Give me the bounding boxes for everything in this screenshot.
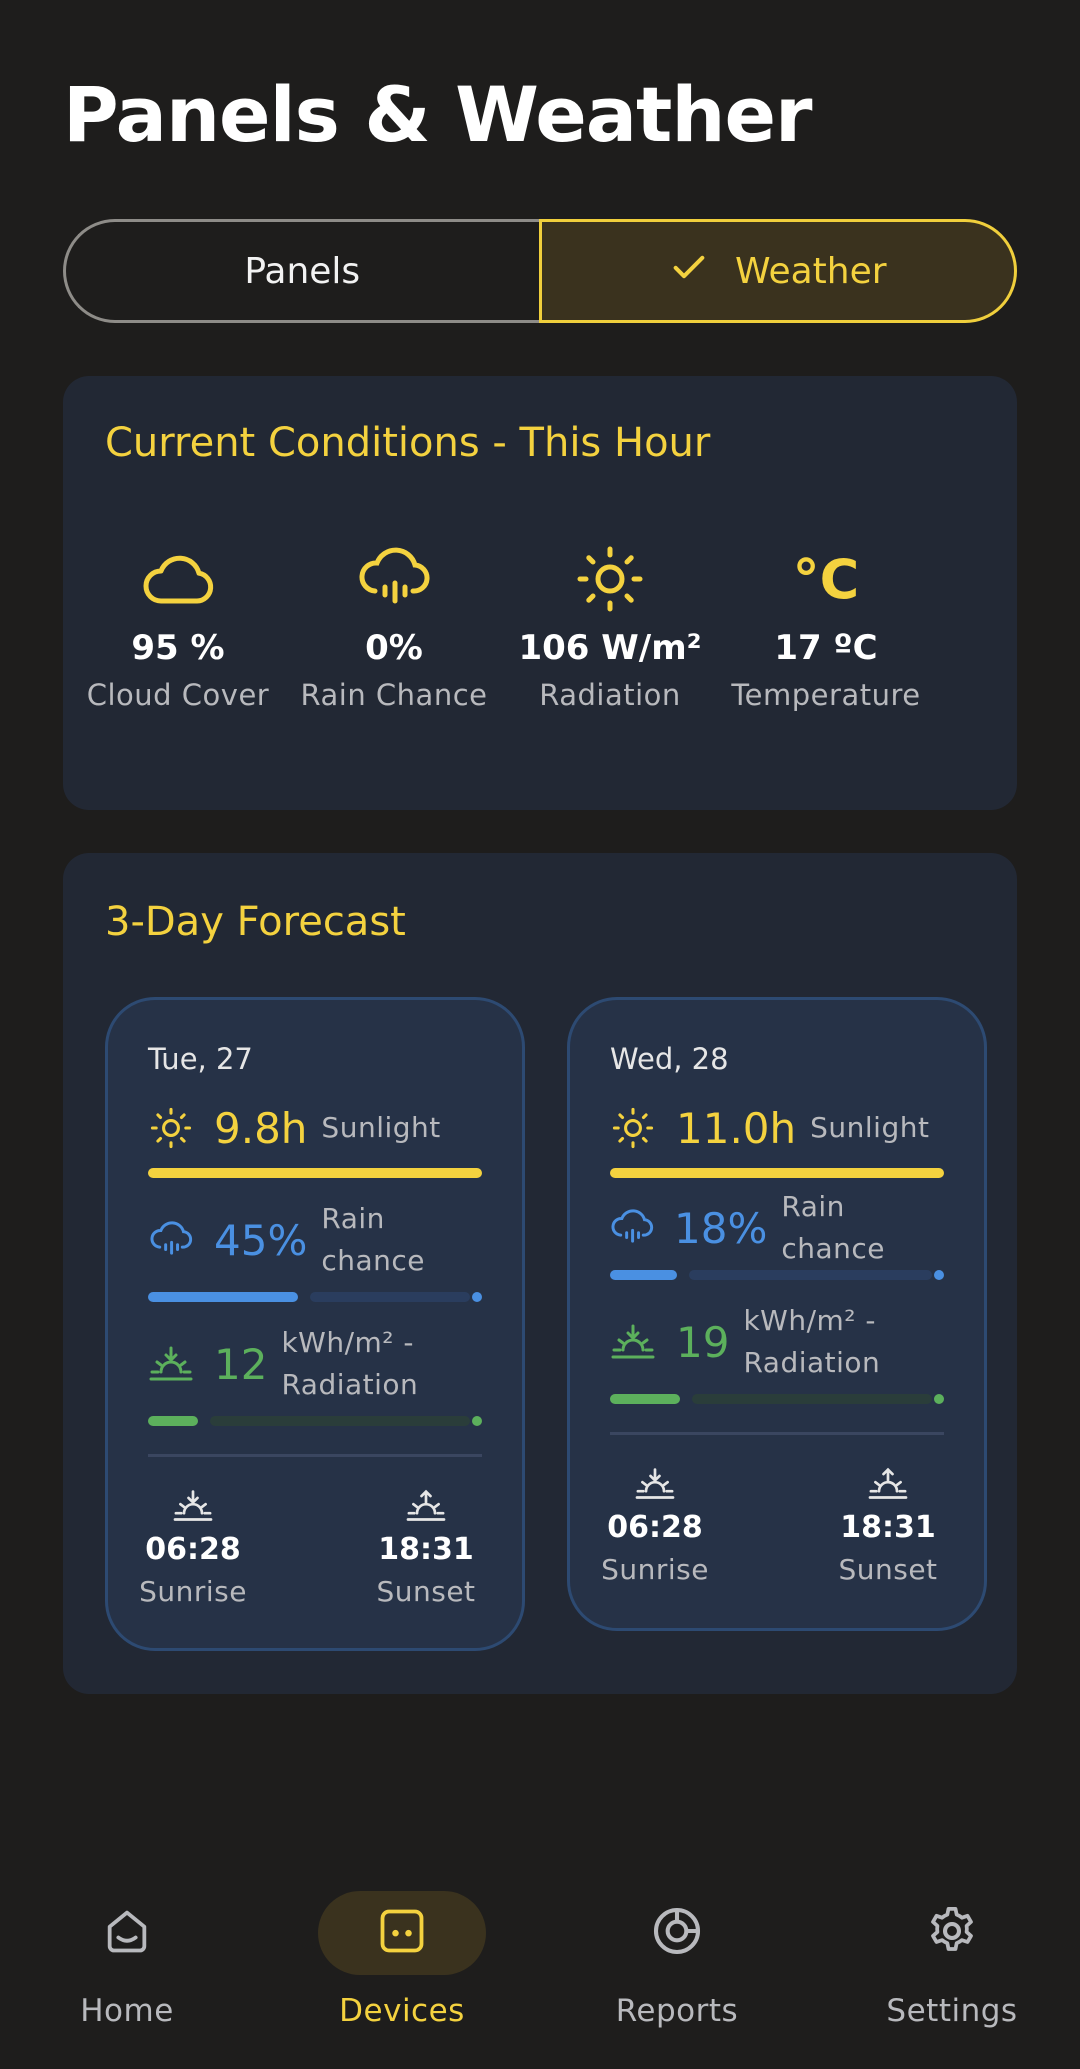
temperature-label: Temperature: [731, 678, 921, 712]
radiation-row: 19 kWh/m² - Radiation: [610, 1300, 944, 1384]
radiation-value: 106 W/m²: [518, 628, 702, 668]
nav-settings-label: Settings: [886, 1993, 1018, 2029]
sunrise-icon: [148, 1344, 194, 1384]
rain-cloud-icon: [148, 1220, 194, 1260]
sunset-block: 18:31 Sunset: [371, 1488, 481, 1608]
sunset-icon: [406, 1489, 446, 1528]
home-icon: [101, 1905, 153, 1961]
sunrise-label: Sunrise: [139, 1575, 247, 1608]
sunset-block: 18:31 Sunset: [833, 1466, 943, 1586]
sunlight-label: Sunlight: [810, 1111, 930, 1144]
sunrise-icon: [610, 1322, 656, 1362]
radiation-bar: [610, 1394, 944, 1404]
rain-cloud-icon: [610, 1208, 654, 1248]
rain-bar: [148, 1292, 482, 1302]
tab-panels[interactable]: Panels: [63, 219, 539, 323]
sunrise-block: 06:28 Sunrise: [138, 1488, 248, 1608]
nav-home[interactable]: Home: [17, 1860, 237, 2029]
sunrise-time: 06:28: [607, 1510, 703, 1545]
rain-value: 45%: [214, 1215, 308, 1265]
gear-icon: [924, 1903, 980, 1963]
divider: [610, 1432, 944, 1435]
current-conditions-card: Current Conditions - This Hour 95 % Clou…: [63, 376, 1017, 810]
sunlight-row: 9.8h Sunlight: [148, 1100, 482, 1156]
rain-chance-label: Rain Chance: [300, 678, 488, 712]
sunrise-block: 06:28 Sunrise: [600, 1466, 710, 1586]
nav-devices-label: Devices: [339, 1993, 465, 2029]
sunset-time: 18:31: [840, 1510, 936, 1545]
forecast-date: Wed, 28: [610, 1042, 729, 1076]
radiation-label: kWh/m² - Radiation: [743, 1304, 881, 1379]
forecast-date: Tue, 27: [148, 1042, 253, 1076]
cloud-cover-label: Cloud Cover: [86, 678, 270, 712]
rain-chance-value: 0%: [365, 628, 423, 668]
sunlight-value: 11.0h: [676, 1103, 797, 1153]
rain-value: 18%: [674, 1203, 768, 1253]
rain-label: Rain chance: [781, 1190, 886, 1265]
nav-settings[interactable]: Settings: [842, 1860, 1062, 2029]
nav-devices[interactable]: Devices: [292, 1860, 512, 2029]
sunset-label: Sunset: [376, 1575, 476, 1608]
sunrise-label: Sunrise: [601, 1553, 709, 1586]
temperature-value: 17 ºC: [774, 628, 878, 668]
nav-home-label: Home: [80, 1993, 174, 2029]
radiation-stat: 106 W/m² Radiation: [495, 544, 725, 712]
sun-icon: [495, 544, 725, 614]
celsius-icon: °C: [792, 547, 860, 611]
forecast-day-card[interactable]: Wed, 28 11.0h Sunlight 18% Rain chance 1…: [567, 997, 987, 1631]
sun-icon: [610, 1107, 656, 1149]
sun-icon: [148, 1107, 194, 1149]
sunrise-icon: [173, 1490, 213, 1528]
sunrise-icon: [635, 1468, 675, 1506]
cloud-cover-value: 95 %: [131, 628, 225, 668]
page-title: Panels & Weather: [63, 70, 812, 159]
nav-reports[interactable]: Reports: [567, 1860, 787, 2029]
sunset-icon: [868, 1467, 908, 1506]
sunlight-row: 11.0h Sunlight: [610, 1100, 944, 1156]
sunlight-label: Sunlight: [321, 1111, 441, 1144]
cloud-icon: [63, 544, 293, 614]
cloud-cover-stat: 95 % Cloud Cover: [63, 544, 293, 712]
nav-reports-label: Reports: [615, 1993, 739, 2029]
sunlight-bar: [148, 1168, 482, 1178]
forecast-card: 3-Day Forecast Tue, 27 9.8h Sunlight 45%…: [63, 853, 1017, 1694]
tab-panels-label: Panels: [244, 250, 361, 292]
reports-icon: [649, 1903, 705, 1963]
tab-weather-label: Weather: [734, 250, 887, 292]
radiation-label: kWh/m² - Radiation: [281, 1326, 419, 1401]
sunlight-value: 9.8h: [214, 1103, 308, 1153]
radiation-row: 12 kWh/m² - Radiation: [148, 1322, 482, 1406]
devices-icon: [376, 1905, 428, 1961]
rain-row: 18% Rain chance: [610, 1190, 944, 1265]
sunset-label: Sunset: [838, 1553, 938, 1586]
check-icon: [669, 247, 709, 296]
tab-weather[interactable]: Weather: [538, 219, 1017, 323]
rain-cloud-icon: [279, 544, 509, 614]
sunrise-time: 06:28: [145, 1532, 241, 1567]
divider: [148, 1454, 482, 1457]
current-conditions-title: Current Conditions - This Hour: [105, 420, 711, 466]
radiation-value: 19: [676, 1317, 730, 1367]
forecast-title: 3-Day Forecast: [105, 899, 406, 945]
radiation-bar: [148, 1416, 482, 1426]
radiation-label: Radiation: [539, 678, 681, 712]
bottom-navigation: Home Devices Reports Settings: [0, 1860, 1080, 2069]
sunset-time: 18:31: [378, 1532, 474, 1567]
temperature-stat: °C 17 ºC Temperature: [711, 544, 941, 713]
view-toggle: Panels Weather: [63, 219, 1017, 323]
forecast-day-card[interactable]: Tue, 27 9.8h Sunlight 45% Rain chance 12…: [105, 997, 525, 1651]
rain-row: 45% Rain chance: [148, 1198, 482, 1282]
sunlight-bar: [610, 1168, 944, 1178]
rain-label: Rain chance: [321, 1202, 426, 1277]
rain-bar: [610, 1270, 944, 1280]
rain-chance-stat: 0% Rain Chance: [279, 544, 509, 712]
radiation-value: 12: [214, 1339, 268, 1389]
